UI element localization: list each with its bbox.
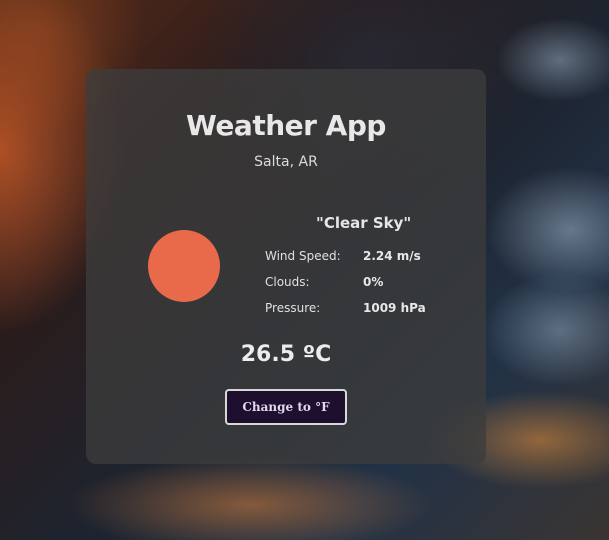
location-label: Salta, AR [254, 154, 318, 170]
clouds-value: 0% [363, 275, 384, 289]
temperature-value: 26.5 ºC [240, 342, 332, 367]
clouds-label: Clouds: [265, 275, 310, 289]
sun-icon [148, 230, 220, 302]
wind-speed-value: 2.24 m/s [363, 249, 421, 263]
pressure-value: 1009 hPa [363, 301, 426, 315]
app-title: Weather App [186, 109, 386, 142]
weather-card: Weather App Salta, AR "Clear Sky" Wind S… [86, 69, 486, 464]
pressure-label: Pressure: [265, 301, 321, 315]
change-unit-button[interactable]: Change to °F [225, 389, 347, 425]
temperature-display: 26.5 ºC [86, 342, 486, 367]
weather-description: "Clear Sky" [316, 214, 412, 232]
wind-speed-label: Wind Speed: [265, 249, 341, 263]
